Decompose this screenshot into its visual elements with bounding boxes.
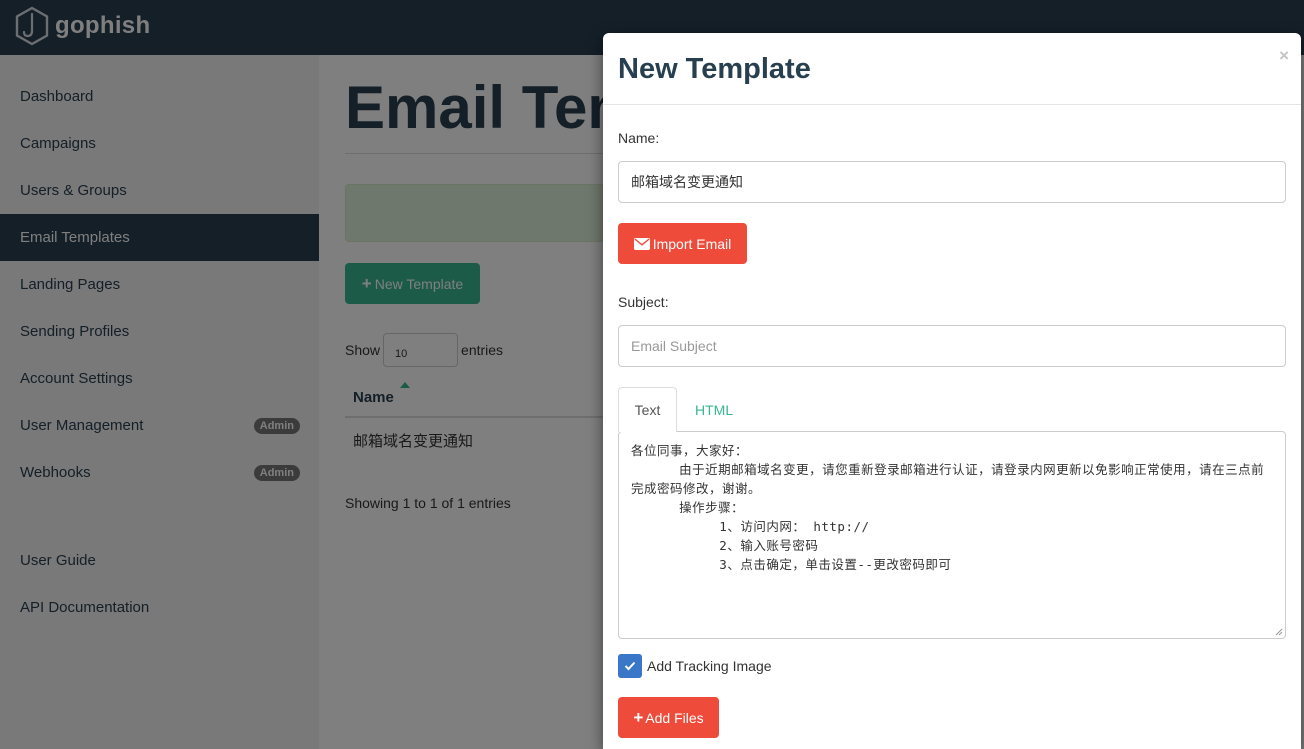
import-email-button[interactable]: Import Email <box>618 223 747 264</box>
tracking-label: Add Tracking Image <box>647 658 772 674</box>
subject-label: Subject: <box>618 294 669 310</box>
tracking-checkbox[interactable] <box>618 654 642 678</box>
body-line: 1、访问内网： http:// <box>631 519 870 534</box>
add-files-button[interactable]: + Add Files <box>618 697 719 738</box>
add-files-label: Add Files <box>645 709 704 726</box>
resize-grip-icon[interactable] <box>1275 628 1283 636</box>
import-email-label: Import Email <box>652 235 732 252</box>
name-label: Name: <box>618 130 660 146</box>
body-line: 2、输入账号密码 <box>631 538 819 553</box>
close-icon[interactable]: × <box>1279 46 1289 66</box>
new-template-modal: New Template × Name: 邮箱域名变更通知 Import Ema… <box>603 33 1301 749</box>
tracking-image-option[interactable]: Add Tracking Image <box>618 654 772 678</box>
name-input[interactable]: 邮箱域名变更通知 <box>618 161 1286 203</box>
envelope-icon <box>633 237 650 250</box>
tab-html[interactable]: HTML <box>695 387 733 432</box>
plus-icon: + <box>633 707 644 727</box>
modal-title: New Template <box>618 53 811 85</box>
body-line: 由于近期邮箱域名变更，请您重新登录邮箱进行认证，请登录内网更新以免影响正常使用，… <box>631 462 1265 496</box>
text-body-textarea[interactable]: 各位同事，大家好： 由于近期邮箱域名变更，请您重新登录邮箱进行认证，请登录内网更… <box>618 431 1286 639</box>
checkmark-icon <box>624 661 636 671</box>
body-line: 操作步骤： <box>631 500 745 515</box>
tab-text[interactable]: Text <box>618 387 677 432</box>
watermark: @稀土掘金技术社区 <box>1136 724 1298 745</box>
subject-input[interactable]: Email Subject <box>618 325 1286 367</box>
modal-header-divider <box>603 104 1301 105</box>
body-line: 3、点击确定，单击设置--更改密码即可 <box>631 557 952 572</box>
body-line: 各位同事，大家好： <box>631 443 749 458</box>
